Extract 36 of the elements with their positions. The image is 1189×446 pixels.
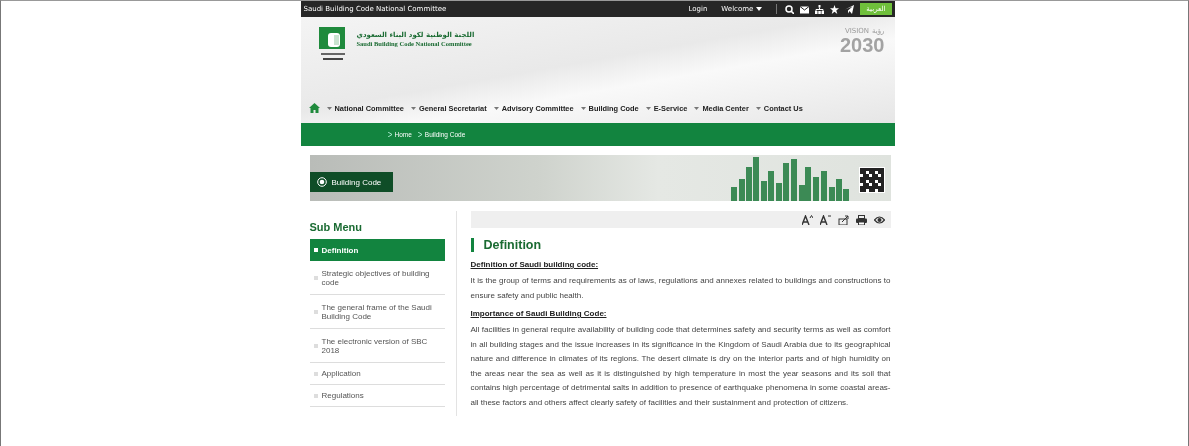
caret-icon (694, 106, 700, 110)
send-icon[interactable] (845, 4, 855, 14)
home-icon[interactable] (308, 103, 320, 113)
submenu-title: Sub Menu (309, 221, 364, 233)
submenu-item[interactable]: The electronic version of SBC 2018 (309, 329, 445, 363)
sitemap-icon[interactable] (815, 4, 825, 14)
submenu-item[interactable]: Strategic objectives of building code (309, 261, 445, 295)
submenu-item[interactable]: Application (309, 363, 445, 385)
section-heading: Definition of Saudi building code: (470, 260, 600, 269)
vision-year: 2030 (840, 35, 885, 55)
caret-icon (493, 106, 499, 110)
caret-icon (326, 106, 332, 110)
mail-icon[interactable] (800, 4, 810, 14)
caret-icon (580, 106, 586, 110)
share-icon[interactable] (837, 214, 849, 225)
font-increase-icon[interactable] (801, 214, 813, 225)
body-paragraph: All facilities in general require availability of building code that determines safety and security terms as well as comfort in all building stages and the issue increases in its significance in the Kingdom of Saudi Arabia due to its geographical nature and difference in climates of its regions. The desert climate is dry on the interior parts and of high humidity on the areas near the sea as well as it is distinguished by high temperature in most the year seasons and its soil that contains high percentage of detrimental salts in addition to presence of earthquake phenomena in some coastal areas- all these factors and others affect clearly safety of facilities and their sustainment and protection of citizens. (470, 324, 891, 409)
radio-icon (316, 177, 327, 187)
banner-title: Building Code (309, 172, 394, 192)
article-title: Definition (470, 238, 891, 252)
caret-icon (755, 106, 761, 110)
chevron-icon (387, 132, 392, 137)
eye-icon[interactable] (873, 214, 885, 225)
chevron-icon (417, 132, 422, 137)
submenu-item[interactable]: Definition (309, 239, 445, 261)
star-icon[interactable] (830, 4, 840, 14)
submenu-item[interactable]: The general frame of the Saudi Building Code (309, 295, 445, 329)
font-decrease-icon[interactable] (819, 214, 831, 225)
body-paragraph: It is the group of terms and requirements as of laws, regulations and annexes related to buildings and constructions to ensure safety and public health. (470, 275, 891, 302)
caret-icon (410, 106, 416, 110)
caret-icon (756, 7, 763, 11)
caret-icon (645, 106, 651, 110)
print-icon[interactable] (855, 214, 867, 225)
submenu-item[interactable]: Regulations (309, 385, 445, 407)
search-icon[interactable] (785, 4, 795, 14)
section-heading: Importance of Saudi Building Code: (470, 309, 608, 318)
